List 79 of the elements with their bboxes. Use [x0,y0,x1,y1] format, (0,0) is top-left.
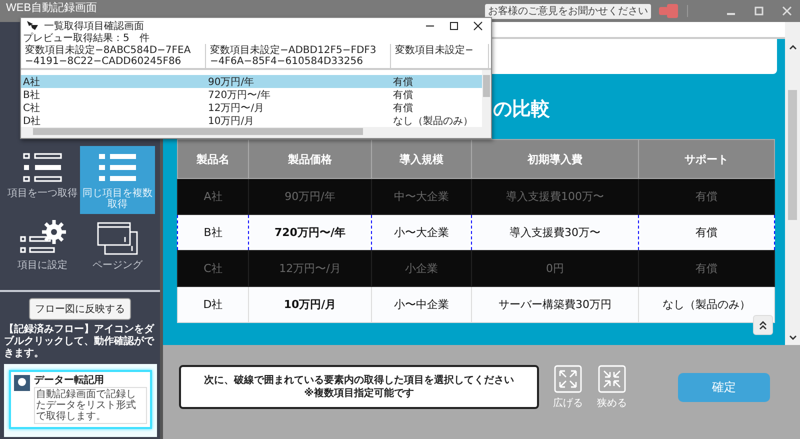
list-icon [22,152,62,184]
scrollbar-thumb[interactable] [788,90,797,220]
table-cell[interactable]: 導入支援費30万〜 [472,214,638,250]
row-cell-text: 有償 [392,102,414,114]
table-cell: サーバー構築費30万円 [472,286,638,322]
row-cell-text: 90万円/年 [207,76,256,88]
window-title: WEB自動記録画面 [6,2,98,14]
scroll-top-button[interactable] [753,315,773,335]
row-cell-text: B社 [22,88,41,102]
column-header: 製品名 [178,140,248,178]
apply-to-flow-button[interactable]: フロー図に反映する [29,298,131,320]
row-cell-text: 有償 [392,88,414,102]
hint-text: 【記録済みフロー】アイコンをダブルクリックして、動作確認ができます。 [4,324,156,360]
tool-tile[interactable]: 項目に設定 [5,218,80,286]
column-header[interactable]: 変数項目未設定−8ABC584D−7FEA−4191−8C22−CADD60245F86 [21,44,206,68]
row-cell-text: 12万円〜/月 [207,102,266,114]
list-row[interactable]: A社 90万円/年 有償 [21,75,482,88]
table-cell: 有償 [638,178,774,214]
scroll-up-icon[interactable] [788,44,796,50]
scroll-down-icon[interactable] [788,335,796,341]
app-icon [27,21,38,30]
table-cell: 10万円/月 [248,286,372,322]
table-cell: C社 [178,250,248,286]
dialog-title: 一覧取得項目確認画面 [44,20,145,32]
row-cell-text: 有償 [392,76,414,88]
result-count: プレビュー取得結果：5 件 [22,33,150,44]
column-header: サポート [638,140,774,178]
table-cell: 中〜大企業 [372,178,472,214]
column-header: 初期導入費 [472,140,638,178]
table-cell[interactable]: 小〜大企業 [372,214,472,250]
double-chevron-icon [758,320,768,330]
instruction-text: ※複数項目指定可能です [304,387,414,400]
gear-list-icon [20,220,66,256]
row-cell-text: D社 [22,114,42,128]
table-cell[interactable]: 有償 [638,214,774,250]
table-cell[interactable]: B社 [178,214,248,250]
maximize-icon[interactable] [449,20,459,30]
row-cell-text: なし（製品のみ） [392,114,474,128]
tool-tile[interactable]: ページング [80,218,155,286]
feedback-link[interactable]: お客様のご意見をお聞かせください [485,4,651,18]
shrink-icon [598,364,626,392]
list-row[interactable]: C社 12万円〜/月 有償 [21,101,482,114]
table-cell: 小〜中企業 [372,286,472,322]
table-cell: 有償 [638,250,774,286]
table-cell: A社 [178,178,248,214]
column-header: 製品価格 [248,140,372,178]
scrollbar-thumb[interactable] [483,75,490,97]
scrollbar[interactable] [785,22,800,345]
list-row[interactable]: B社 720万円〜/年 有償 [21,88,482,101]
card-title: データー転記用 [34,375,105,386]
table-cell: D社 [178,286,248,322]
tool-tile[interactable]: 項目を一つ取得 [5,146,80,214]
table-cell: 小企業 [372,250,472,286]
table-cell: 12万円〜/月 [248,250,372,286]
table-cell: 導入支援費100万〜 [472,178,638,214]
list-row[interactable]: D社 10万円/月 なし（製品のみ） [21,114,482,127]
section-heading: の比較 [493,98,550,121]
flow-node-icon [14,375,30,391]
scrollbar[interactable] [21,127,491,138]
flow-card[interactable]: データー転記用 自動記録画面で記録したデータをリスト形式で取得します。 [9,370,152,429]
row-cell-text: 10万円/月 [207,114,256,128]
close-icon[interactable] [473,20,483,30]
table-cell[interactable]: 720万円〜/年 [248,214,372,250]
scrollbar[interactable] [482,70,491,127]
table-cell: 0円 [472,250,638,286]
table-cell: なし（製品のみ） [638,286,774,322]
column-header[interactable]: 変数項目未設定−ADBD12F5−FDF3−4F6A−85F4−610584D33256 [206,44,391,68]
column-header[interactable]: 変数項目未設定− [391,44,489,68]
row-cell-text: 720万円〜/年 [207,88,272,102]
table-cell: 90万円/年 [248,178,372,214]
pages-icon [96,222,138,256]
list-icon [98,152,138,184]
row-cell-text: C社 [22,102,41,114]
column-header: 導入規模 [372,140,472,178]
card-description: 自動記録画面で記録したデータをリスト形式で取得します。 [34,387,147,424]
instruction-text: 次に、破線で囲まれている要素内の取得した項目を選択してください [204,374,514,387]
row-cell-text: A社 [22,76,41,88]
expand-icon [554,364,582,392]
scrollbar-thumb[interactable] [33,128,363,135]
